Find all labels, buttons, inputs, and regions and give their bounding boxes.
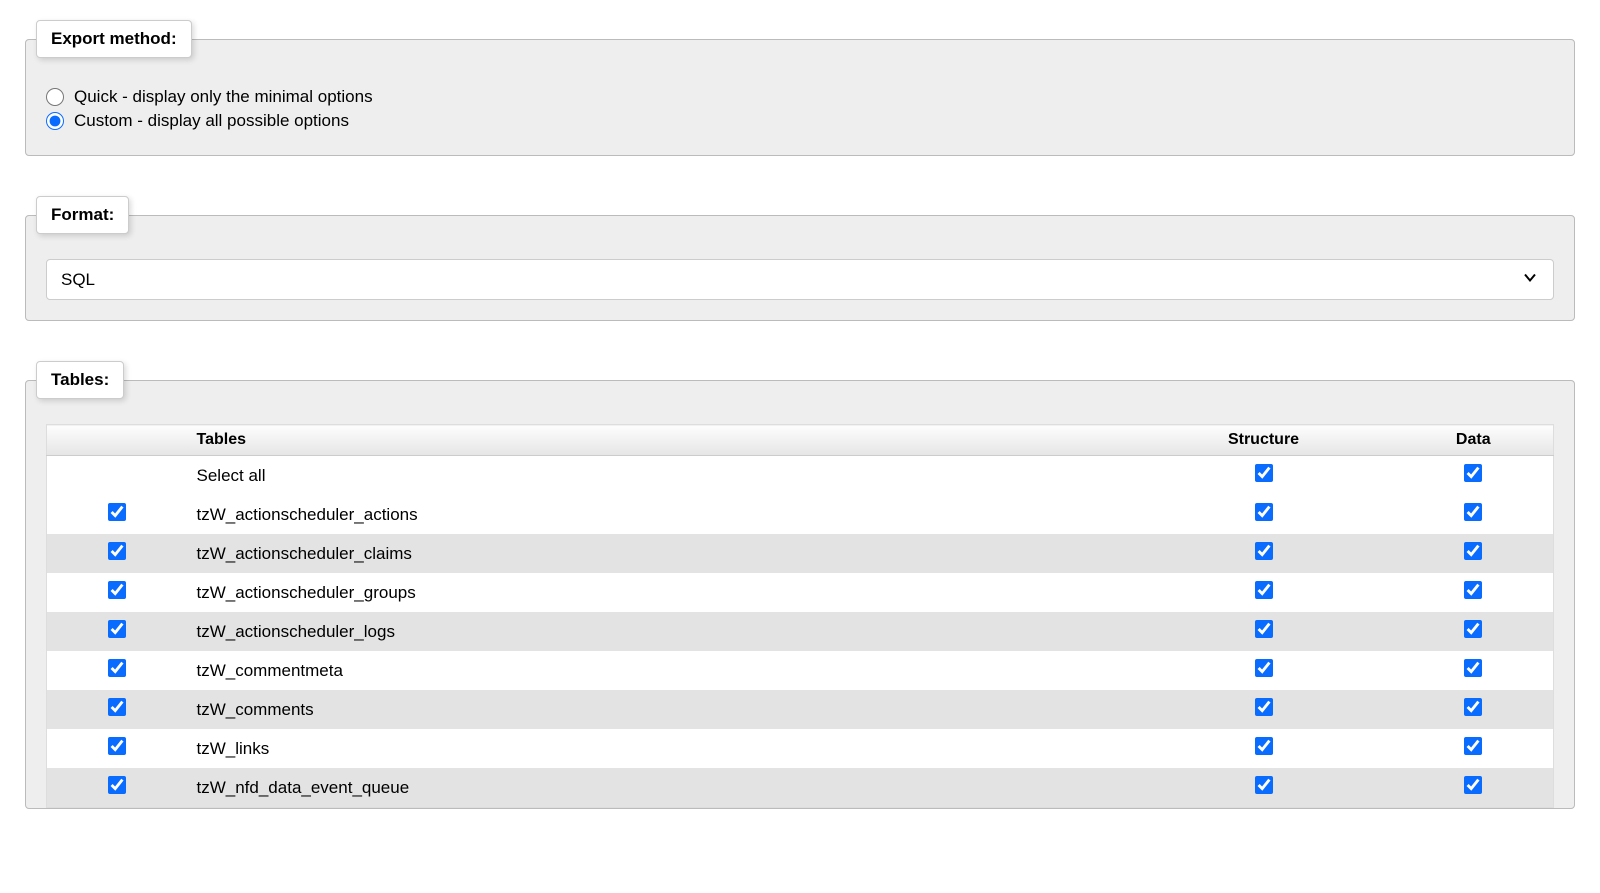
row-select-cell [47, 768, 187, 808]
export-method-legend: Export method: [36, 20, 192, 58]
export-method-custom-label[interactable]: Custom - display all possible options [74, 111, 349, 131]
row-structure-cell [1134, 690, 1394, 729]
row-structure-cell [1134, 729, 1394, 768]
table-row-select-all: Select all [47, 456, 1554, 496]
table-row: tzW_actionscheduler_actions [47, 495, 1554, 534]
row-select-cell [47, 690, 187, 729]
row-select-cell [47, 534, 187, 573]
row-name[interactable]: tzW_commentmeta [187, 651, 1134, 690]
row-name[interactable]: tzW_links [187, 729, 1134, 768]
select-all-structure-cell [1134, 456, 1394, 496]
row-name[interactable]: tzW_actionscheduler_groups [187, 573, 1134, 612]
row-structure-cell [1134, 768, 1394, 808]
table-row: tzW_commentmeta [47, 651, 1554, 690]
export-method-custom-row: Custom - display all possible options [46, 111, 1554, 131]
row-structure-checkbox[interactable] [1255, 776, 1273, 794]
row-data-cell [1394, 612, 1554, 651]
export-method-custom-radio[interactable] [46, 112, 64, 130]
row-structure-checkbox[interactable] [1255, 698, 1273, 716]
tables-grid: Tables Structure Data Select alltzW_acti… [46, 424, 1554, 808]
select-all-structure-checkbox[interactable] [1255, 464, 1273, 482]
row-structure-cell [1134, 534, 1394, 573]
export-method-quick-row: Quick - display only the minimal options [46, 87, 1554, 107]
row-structure-cell [1134, 651, 1394, 690]
row-data-cell [1394, 573, 1554, 612]
row-data-cell [1394, 495, 1554, 534]
row-data-checkbox[interactable] [1464, 620, 1482, 638]
table-row: tzW_nfd_data_event_queue [47, 768, 1554, 808]
row-data-cell [1394, 729, 1554, 768]
tables-header-row: Tables Structure Data [47, 425, 1554, 456]
row-structure-checkbox[interactable] [1255, 737, 1273, 755]
row-data-checkbox[interactable] [1464, 776, 1482, 794]
row-name[interactable]: tzW_nfd_data_event_queue [187, 768, 1134, 808]
row-data-cell [1394, 690, 1554, 729]
row-select-checkbox[interactable] [108, 542, 126, 560]
row-select-cell [47, 612, 187, 651]
tables-header-data: Data [1394, 425, 1554, 456]
row-select-cell [47, 651, 187, 690]
row-structure-cell [1134, 612, 1394, 651]
tables-header-structure: Structure [1134, 425, 1394, 456]
export-method-quick-label[interactable]: Quick - display only the minimal options [74, 87, 373, 107]
row-structure-checkbox[interactable] [1255, 542, 1273, 560]
row-select-cell [47, 573, 187, 612]
row-data-cell [1394, 651, 1554, 690]
row-structure-checkbox[interactable] [1255, 503, 1273, 521]
row-structure-checkbox[interactable] [1255, 581, 1273, 599]
format-legend: Format: [36, 196, 129, 234]
select-all-data-checkbox[interactable] [1464, 464, 1482, 482]
tables-legend: Tables: [36, 361, 124, 399]
row-data-checkbox[interactable] [1464, 542, 1482, 560]
row-name[interactable]: tzW_comments [187, 690, 1134, 729]
tables-header-empty [47, 425, 187, 456]
row-structure-cell [1134, 495, 1394, 534]
row-select-checkbox[interactable] [108, 776, 126, 794]
row-select-checkbox[interactable] [108, 737, 126, 755]
table-row: tzW_comments [47, 690, 1554, 729]
export-method-quick-radio[interactable] [46, 88, 64, 106]
tables-header-name: Tables [187, 425, 1134, 456]
row-select-checkbox[interactable] [108, 659, 126, 677]
tables-panel: Tables: Tables Structure Data Select all… [25, 361, 1575, 809]
row-data-checkbox[interactable] [1464, 698, 1482, 716]
row-data-checkbox[interactable] [1464, 659, 1482, 677]
row-select-cell [47, 495, 187, 534]
row-data-cell [1394, 534, 1554, 573]
table-row: tzW_links [47, 729, 1554, 768]
table-row: tzW_actionscheduler_claims [47, 534, 1554, 573]
row-data-checkbox[interactable] [1464, 503, 1482, 521]
format-select[interactable]: SQL [46, 259, 1554, 300]
row-name[interactable]: tzW_actionscheduler_claims [187, 534, 1134, 573]
row-data-checkbox[interactable] [1464, 581, 1482, 599]
row-data-checkbox[interactable] [1464, 737, 1482, 755]
row-data-cell [1394, 768, 1554, 808]
row-select-checkbox[interactable] [108, 503, 126, 521]
format-panel: Format: SQL [25, 196, 1575, 321]
select-all-label[interactable]: Select all [187, 456, 1134, 496]
table-row: tzW_actionscheduler_logs [47, 612, 1554, 651]
select-all-row-checkbox-cell [47, 456, 187, 496]
row-select-checkbox[interactable] [108, 581, 126, 599]
table-row: tzW_actionscheduler_groups [47, 573, 1554, 612]
row-select-checkbox[interactable] [108, 620, 126, 638]
select-all-data-cell [1394, 456, 1554, 496]
row-structure-checkbox[interactable] [1255, 620, 1273, 638]
row-structure-checkbox[interactable] [1255, 659, 1273, 677]
row-select-cell [47, 729, 187, 768]
format-select-wrap: SQL [46, 259, 1554, 300]
row-structure-cell [1134, 573, 1394, 612]
export-method-panel: Export method: Quick - display only the … [25, 20, 1575, 156]
row-select-checkbox[interactable] [108, 698, 126, 716]
row-name[interactable]: tzW_actionscheduler_logs [187, 612, 1134, 651]
row-name[interactable]: tzW_actionscheduler_actions [187, 495, 1134, 534]
